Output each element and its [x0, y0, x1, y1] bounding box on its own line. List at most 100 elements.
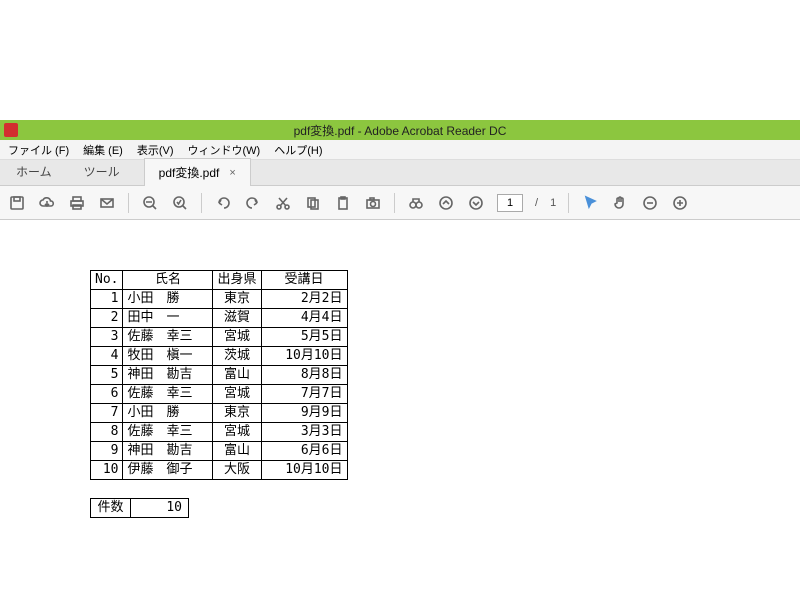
toolbar-divider — [128, 193, 129, 213]
cloud-icon[interactable] — [38, 194, 56, 212]
cell-no: 2 — [91, 309, 123, 328]
data-table: No. 氏名 出身県 受講日 1小田 勝東京2月2日2田中 一滋賀4月4日3佐藤… — [90, 270, 348, 480]
save-icon[interactable] — [8, 194, 26, 212]
menu-file[interactable]: ファイル (F) — [4, 140, 73, 160]
print-icon[interactable] — [68, 194, 86, 212]
pdf-page: No. 氏名 出身県 受講日 1小田 勝東京2月2日2田中 一滋賀4月4日3佐藤… — [0, 230, 780, 558]
app-window: pdf変換.pdf - Adobe Acrobat Reader DC ファイル… — [0, 0, 800, 600]
cell-pref: 東京 — [213, 404, 261, 423]
table-row: 10伊藤 御子大阪10月10日 — [91, 461, 348, 480]
page-number-input[interactable] — [497, 194, 523, 212]
table-row: 8佐藤 幸三宮城3月3日 — [91, 423, 348, 442]
cell-no: 4 — [91, 347, 123, 366]
page-up-icon[interactable] — [437, 194, 455, 212]
table-row: 4牧田 槇一茨城10月10日 — [91, 347, 348, 366]
tab-home[interactable]: ホーム — [0, 158, 68, 185]
copy-icon[interactable] — [304, 194, 322, 212]
cell-no: 8 — [91, 423, 123, 442]
cell-no: 1 — [91, 290, 123, 309]
page-down-icon[interactable] — [467, 194, 485, 212]
tab-document-label: pdf変換.pdf — [159, 164, 220, 181]
zoom-minus-icon[interactable] — [641, 194, 659, 212]
table-row: 1小田 勝東京2月2日 — [91, 290, 348, 309]
cell-pref: 富山 — [213, 366, 261, 385]
cell-name: 田中 一 — [123, 309, 213, 328]
content-area: ▶ No. 氏名 出身県 受講日 1小田 勝東京2月2日2田中 一滋賀4月4日3… — [0, 220, 800, 600]
zoom-plus-icon[interactable] — [671, 194, 689, 212]
cell-pref: 滋賀 — [213, 309, 261, 328]
toolbar: / 1 — [0, 186, 800, 220]
menu-help[interactable]: ヘルプ(H) — [270, 140, 326, 160]
tabbar: ホーム ツール pdf変換.pdf × — [0, 160, 800, 186]
page-total: 1 — [550, 197, 556, 209]
table-row: 2田中 一滋賀4月4日 — [91, 309, 348, 328]
tab-tools[interactable]: ツール — [68, 158, 136, 185]
app-icon — [4, 123, 18, 137]
header-no: No. — [91, 271, 123, 290]
cell-pref: 宮城 — [213, 328, 261, 347]
cell-no: 6 — [91, 385, 123, 404]
table-row: 7小田 勝東京9月9日 — [91, 404, 348, 423]
window-title: pdf変換.pdf - Adobe Acrobat Reader DC — [294, 122, 507, 139]
cell-name: 佐藤 幸三 — [123, 423, 213, 442]
cell-date: 2月2日 — [261, 290, 347, 309]
cell-pref: 富山 — [213, 442, 261, 461]
toolbar-divider — [568, 193, 569, 213]
cut-icon[interactable] — [274, 194, 292, 212]
toolbar-divider — [201, 193, 202, 213]
count-label: 件数 — [91, 499, 131, 518]
menu-window[interactable]: ウィンドウ(W) — [184, 140, 265, 160]
cell-name: 佐藤 幸三 — [123, 328, 213, 347]
cell-date: 10月10日 — [261, 461, 347, 480]
menubar: ファイル (F) 編集 (E) 表示(V) ウィンドウ(W) ヘルプ(H) — [0, 140, 800, 160]
pointer-icon[interactable] — [581, 194, 599, 212]
table-row: 5神田 勘吉富山8月8日 — [91, 366, 348, 385]
cell-name: 牧田 槇一 — [123, 347, 213, 366]
redo-icon[interactable] — [244, 194, 262, 212]
cell-date: 10月10日 — [261, 347, 347, 366]
count-table: 件数 10 — [90, 498, 189, 518]
cell-no: 7 — [91, 404, 123, 423]
table-row: 3佐藤 幸三宮城5月5日 — [91, 328, 348, 347]
cell-pref: 宮城 — [213, 423, 261, 442]
undo-icon[interactable] — [214, 194, 232, 212]
binoculars-icon[interactable] — [407, 194, 425, 212]
menu-view[interactable]: 表示(V) — [133, 140, 178, 160]
clipboard-icon[interactable] — [334, 194, 352, 212]
hand-icon[interactable] — [611, 194, 629, 212]
menu-edit[interactable]: 編集 (E) — [79, 140, 127, 160]
mail-icon[interactable] — [98, 194, 116, 212]
camera-icon[interactable] — [364, 194, 382, 212]
tab-document[interactable]: pdf変換.pdf × — [144, 158, 251, 186]
cell-no: 9 — [91, 442, 123, 461]
table-header-row: No. 氏名 出身県 受講日 — [91, 271, 348, 290]
table-row: 9神田 勘吉富山6月6日 — [91, 442, 348, 461]
zoom-out-icon[interactable] — [141, 194, 159, 212]
cell-date: 5月5日 — [261, 328, 347, 347]
cell-date: 6月6日 — [261, 442, 347, 461]
cell-no: 3 — [91, 328, 123, 347]
cell-date: 3月3日 — [261, 423, 347, 442]
cell-date: 8月8日 — [261, 366, 347, 385]
cell-no: 5 — [91, 366, 123, 385]
table-row: 6佐藤 幸三宮城7月7日 — [91, 385, 348, 404]
titlebar: pdf変換.pdf - Adobe Acrobat Reader DC — [0, 120, 800, 140]
toolbar-divider — [394, 193, 395, 213]
count-value: 10 — [131, 499, 189, 518]
close-tab-button[interactable]: × — [229, 167, 235, 179]
cell-name: 神田 勘吉 — [123, 366, 213, 385]
cell-pref: 宮城 — [213, 385, 261, 404]
cell-pref: 大阪 — [213, 461, 261, 480]
header-date: 受講日 — [261, 271, 347, 290]
zoom-check-icon[interactable] — [171, 194, 189, 212]
cell-name: 小田 勝 — [123, 290, 213, 309]
cell-name: 小田 勝 — [123, 404, 213, 423]
cell-pref: 東京 — [213, 290, 261, 309]
cell-name: 神田 勘吉 — [123, 442, 213, 461]
cell-date: 9月9日 — [261, 404, 347, 423]
header-name: 氏名 — [123, 271, 213, 290]
cell-date: 7月7日 — [261, 385, 347, 404]
page-separator: / — [535, 197, 538, 209]
cell-no: 10 — [91, 461, 123, 480]
cell-date: 4月4日 — [261, 309, 347, 328]
